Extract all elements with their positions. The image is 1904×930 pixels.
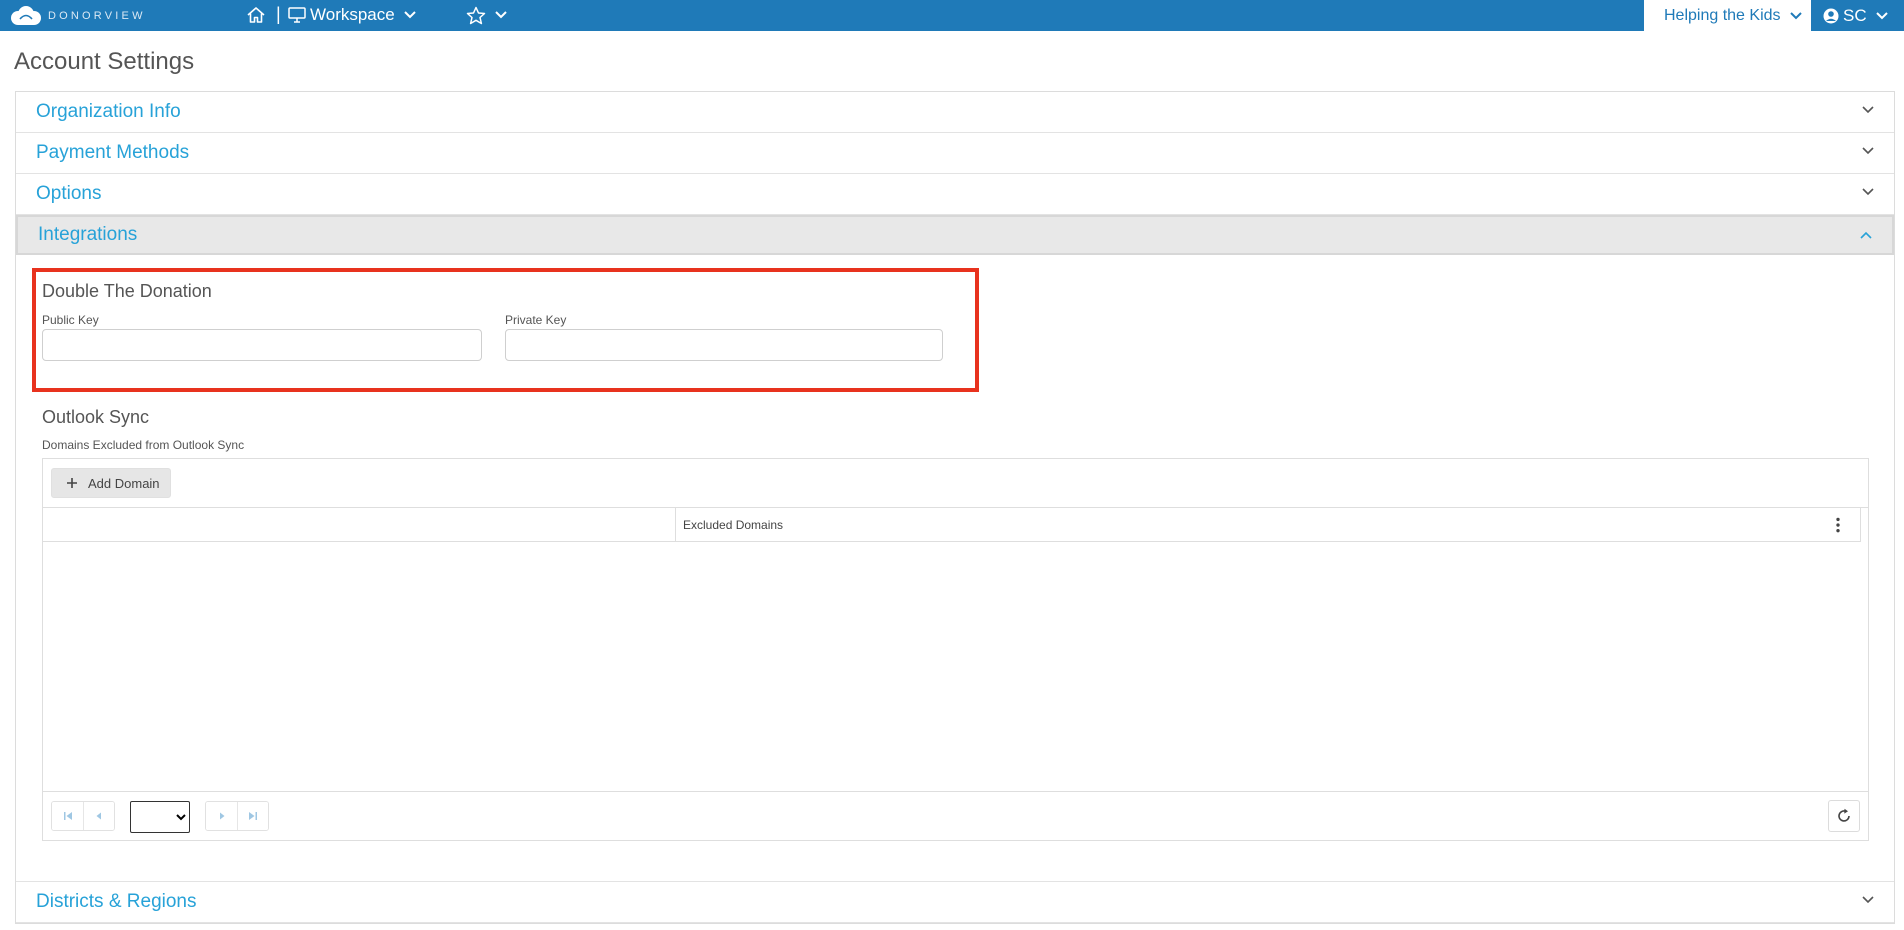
private-key-label: Private Key bbox=[505, 313, 567, 327]
first-page-button[interactable] bbox=[52, 802, 83, 830]
user-initials: SC bbox=[1843, 5, 1867, 25]
accordion-title: Districts & Regions bbox=[36, 891, 197, 912]
grid-header-row: Excluded Domains bbox=[43, 508, 1861, 542]
chevron-down-icon bbox=[404, 11, 416, 19]
public-key-label: Public Key bbox=[42, 313, 99, 327]
workspace-label: Workspace bbox=[310, 5, 395, 24]
refresh-button[interactable] bbox=[1828, 800, 1860, 832]
accordion-header-districts-regions[interactable]: Districts & Regions bbox=[16, 882, 1894, 923]
page-title: Account Settings bbox=[14, 48, 195, 75]
public-key-input[interactable] bbox=[42, 329, 482, 361]
chevron-down-icon bbox=[1862, 106, 1874, 114]
top-navigation-bar: DONORVIEW | Workspace Helping the Kids S… bbox=[0, 0, 1904, 31]
chevron-down-icon bbox=[1789, 11, 1802, 19]
accordion-header-organization-info[interactable]: Organization Info bbox=[16, 92, 1894, 133]
star-icon bbox=[466, 6, 486, 24]
page-select[interactable] bbox=[130, 801, 190, 833]
chevron-down-icon bbox=[1862, 896, 1874, 904]
grid-toolbar: Add Domain bbox=[43, 459, 1868, 508]
last-page-button[interactable] bbox=[237, 802, 268, 830]
pager-prev-group bbox=[51, 801, 115, 831]
accordion-title: Organization Info bbox=[36, 101, 181, 122]
double-the-donation-title: Double The Donation bbox=[42, 281, 212, 301]
organization-name: Helping the Kids bbox=[1664, 6, 1781, 24]
organization-switcher[interactable]: Helping the Kids bbox=[1644, 0, 1811, 31]
grid-body bbox=[43, 542, 1868, 792]
add-domain-label: Add Domain bbox=[88, 475, 160, 491]
next-page-button[interactable] bbox=[206, 802, 237, 830]
chevron-down-icon bbox=[495, 11, 507, 19]
excluded-domains-grid: Add Domain Excluded Domains bbox=[42, 458, 1869, 841]
nav-separator: | bbox=[276, 4, 281, 24]
accordion-title: Integrations bbox=[38, 224, 138, 245]
home-icon[interactable] bbox=[246, 5, 268, 25]
chevron-down-icon bbox=[1862, 188, 1874, 196]
accordion-title: Options bbox=[36, 183, 102, 204]
favorites-menu[interactable] bbox=[466, 4, 508, 26]
accordion-header-payment-methods[interactable]: Payment Methods bbox=[16, 133, 1894, 174]
next-page-icon bbox=[219, 812, 224, 820]
accordion-title: Payment Methods bbox=[36, 142, 190, 163]
cloud-logo-icon bbox=[11, 6, 41, 25]
chevron-down-icon bbox=[1862, 147, 1874, 155]
outlook-sync-title: Outlook Sync bbox=[42, 407, 150, 427]
prev-page-button[interactable] bbox=[83, 802, 114, 830]
add-domain-button[interactable]: Add Domain bbox=[51, 468, 171, 498]
prev-page-icon bbox=[96, 812, 101, 820]
monitor-icon bbox=[288, 7, 306, 23]
accordion-header-integrations[interactable]: Integrations bbox=[16, 215, 1894, 255]
private-key-input[interactable] bbox=[505, 329, 943, 361]
brand-name: DONORVIEW bbox=[48, 10, 146, 22]
user-circle-icon bbox=[1823, 8, 1839, 23]
pager-next-group bbox=[205, 801, 269, 831]
refresh-icon bbox=[1838, 808, 1850, 822]
grid-pager bbox=[43, 792, 1868, 840]
accordion-header-options[interactable]: Options bbox=[16, 174, 1894, 215]
domains-excluded-label: Domains Excluded from Outlook Sync bbox=[42, 438, 245, 452]
plus-icon bbox=[67, 478, 77, 488]
workspace-menu[interactable]: Workspace bbox=[288, 4, 417, 26]
column-divider bbox=[675, 508, 676, 542]
column-menu-icon[interactable] bbox=[1834, 516, 1842, 534]
last-page-icon bbox=[249, 812, 257, 820]
chevron-down-icon bbox=[1875, 11, 1888, 19]
donorview-logo[interactable]: DONORVIEW bbox=[10, 4, 146, 28]
chevron-up-icon bbox=[1860, 231, 1872, 239]
first-page-icon bbox=[63, 812, 72, 820]
user-menu[interactable]: SC bbox=[1811, 0, 1904, 31]
column-header-excluded-domains[interactable]: Excluded Domains bbox=[683, 518, 783, 532]
